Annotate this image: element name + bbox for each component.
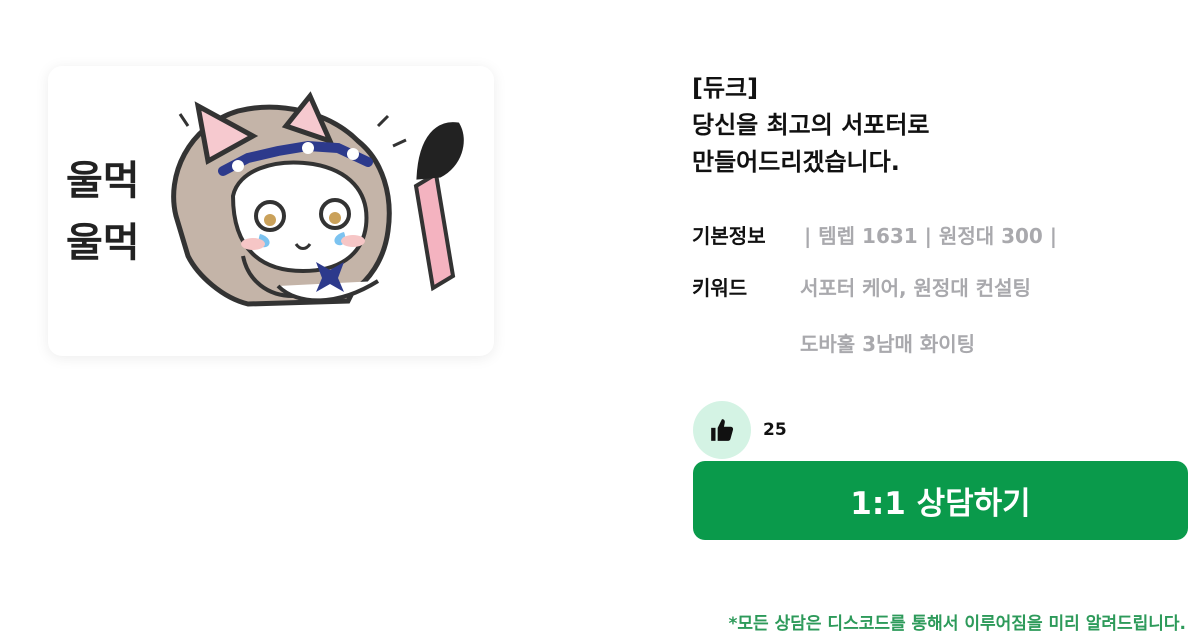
basic-info-label: 기본정보 [692, 224, 766, 248]
keyword-value-2: 도바훌 3남매 화이팅 [800, 332, 976, 356]
profile-title: [듀크] 당신을 최고의 서포터로 만들어드리겠습니다. [692, 70, 1192, 181]
title-line-3: 만들어드리겠습니다. [692, 148, 900, 176]
sticker-illustration: 울먹 울먹 [66, 91, 464, 307]
sticker-caption-1: 울먹 [66, 158, 140, 204]
discord-notice: *모든 상담은 디스코드를 통해서 이루어짐을 미리 알려드립니다. [728, 614, 1187, 634]
thumbs-up-icon [711, 419, 734, 441]
keyword-value-1: 서포터 케어, 원정대 컨설팅 [800, 276, 1031, 300]
title-line-2: 당신을 최고의 서포터로 [692, 111, 930, 139]
sticker-caption-2: 울먹 [66, 220, 140, 266]
keyword-label: 키워드 [692, 276, 748, 300]
like-count: 25 [763, 420, 787, 440]
consult-button[interactable]: 1:1 상담하기 [693, 461, 1188, 540]
basic-info-value: | 템렙 1631 | 원정대 300 | [804, 224, 1058, 248]
like-button[interactable] [693, 401, 751, 459]
title-line-1: [듀크] [692, 74, 759, 102]
page: 울먹 울먹 [듀크] 당신을 최고의 서포터로 만들어드리겠습니다. 기본정보 … [0, 0, 1200, 644]
sticker-image-card: 울먹 울먹 [48, 66, 494, 356]
like-section: 25 [693, 401, 787, 459]
